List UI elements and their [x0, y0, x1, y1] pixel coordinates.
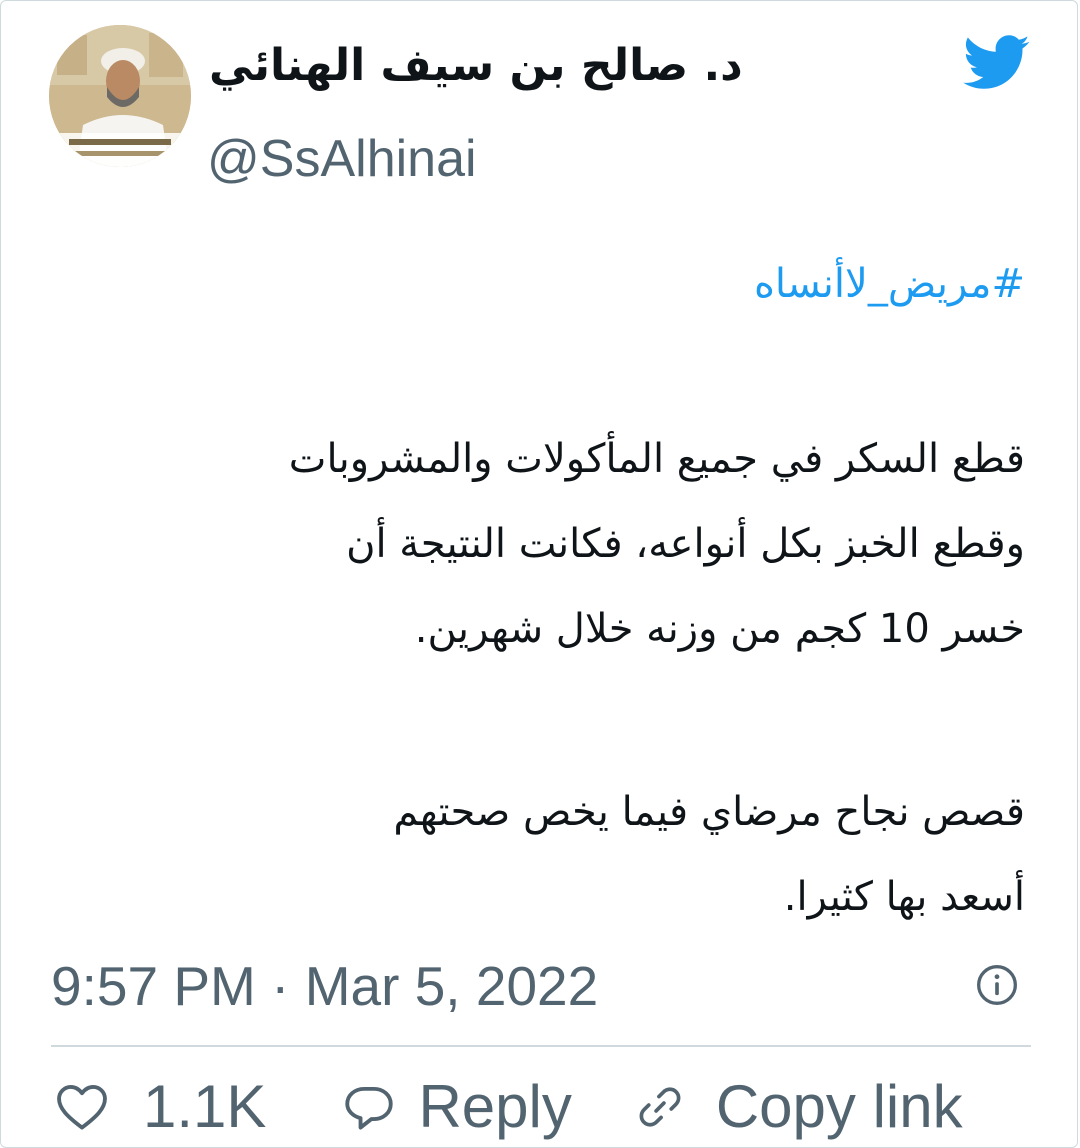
- info-icon[interactable]: [975, 963, 1019, 1007]
- author-handle[interactable]: @SsAlhinai: [207, 125, 477, 193]
- heart-icon: [57, 1085, 107, 1130]
- divider: [51, 1045, 1031, 1047]
- twitter-bird-icon[interactable]: [963, 35, 1031, 91]
- like-button[interactable]: 1.1K: [53, 1069, 266, 1145]
- tweet-actions-bar: 1.1K Reply Copy link: [53, 1069, 963, 1145]
- tweet-text-line: أسعد بها كثيرا.: [783, 874, 1025, 920]
- speech-bubble-icon: [345, 1086, 394, 1130]
- tweet-text-paragraph-1: قطع السكر في جميع المأكولات والمشروبات و…: [25, 417, 1025, 672]
- hashtag-link[interactable]: #مريض_لاأنساه: [754, 249, 1025, 319]
- tweet-text-line: وقطع الخبز بكل أنواعه، فكانت النتيجة أن: [346, 521, 1025, 567]
- reply-label: Reply: [418, 1073, 572, 1140]
- copy-link-label: Copy link: [715, 1073, 963, 1140]
- like-count: 1.1K: [143, 1073, 267, 1140]
- reply-button[interactable]: Reply: [340, 1069, 572, 1145]
- tweet-text-line: قطع السكر في جميع المأكولات والمشروبات: [288, 436, 1025, 482]
- avatar-image: [49, 25, 191, 167]
- tweet-text-line: قصص نجاح مرضاي فيما يخص صحتهم: [393, 789, 1025, 835]
- tweet-card: د. صالح بن سيف الهنائي @SsAlhinai #مريض_…: [0, 0, 1078, 1148]
- copy-link-button[interactable]: Copy link: [634, 1069, 963, 1145]
- avatar[interactable]: [49, 25, 191, 167]
- author-display-name[interactable]: د. صالح بن سيف الهنائي: [209, 31, 809, 101]
- link-icon: [639, 1087, 681, 1127]
- tweet-timestamp[interactable]: 9:57 PM · Mar 5, 2022: [51, 951, 598, 1021]
- tweet-text-paragraph-2: قصص نجاح مرضاي فيما يخص صحتهم أسعد بها ك…: [25, 770, 1025, 940]
- tweet-text-line: خسر 10 كجم من وزنه خلال شهرين.: [414, 606, 1025, 652]
